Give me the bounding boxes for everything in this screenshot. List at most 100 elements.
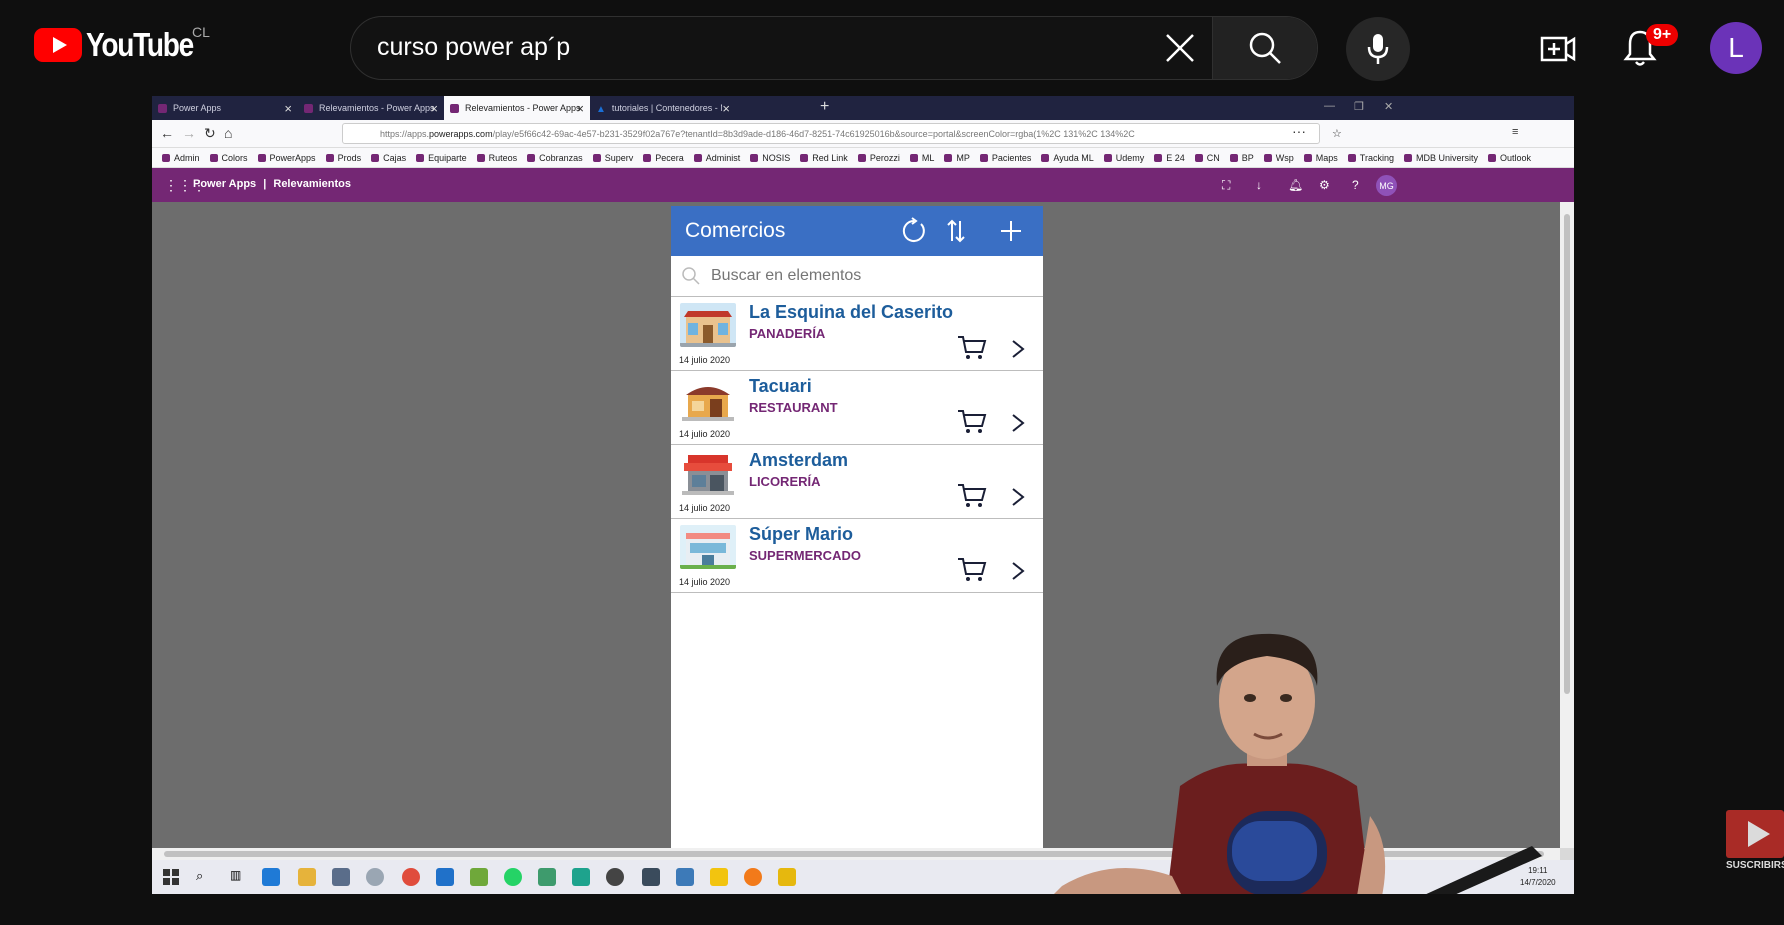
minimize-icon[interactable]: — xyxy=(1324,100,1335,112)
gallery-item[interactable]: La Esquina del Caserito PANADERÍA 14 jul… xyxy=(671,297,1043,371)
calculator-icon[interactable] xyxy=(332,868,350,886)
bookmark[interactable]: Ayuda ML xyxy=(1041,153,1093,163)
youtube-logo[interactable]: YouTube xyxy=(34,26,212,64)
app-icon[interactable] xyxy=(470,868,488,886)
taskbar-search-icon[interactable]: ⌕ xyxy=(196,868,214,886)
search-button[interactable] xyxy=(1212,17,1317,79)
gallery-item[interactable]: Amsterdam LICORERÍA 14 julio 2020 xyxy=(671,445,1043,519)
bookmark[interactable]: Prods xyxy=(326,153,362,163)
vscode-icon[interactable] xyxy=(262,868,280,886)
settings-gear-icon[interactable]: ⚙ xyxy=(1319,178,1330,192)
vertical-scrollbar[interactable] xyxy=(1560,202,1574,848)
bookmark[interactable]: Pacientes xyxy=(980,153,1032,163)
outlook-icon[interactable] xyxy=(436,868,454,886)
refresh-button[interactable] xyxy=(899,216,929,246)
create-video-icon[interactable] xyxy=(1540,32,1576,66)
reload-icon[interactable]: ↻ xyxy=(204,125,216,142)
bookmark[interactable]: MP xyxy=(944,153,970,163)
browser-tab[interactable]: ▲ tutoriales | Contenedores - Mi × xyxy=(590,96,736,120)
firefox-icon[interactable] xyxy=(744,868,762,886)
close-tab-icon[interactable]: × xyxy=(430,101,438,116)
menu-icon[interactable]: ≡ xyxy=(1512,126,1518,138)
voice-search-button[interactable] xyxy=(1346,17,1410,81)
home-icon[interactable]: ⌂ xyxy=(224,125,232,141)
bookmark[interactable]: Equiparte xyxy=(416,153,467,163)
url-bar[interactable]: https://apps.powerapps.com/play/e5f66c42… xyxy=(342,123,1320,144)
bookmark[interactable]: Superv xyxy=(593,153,634,163)
bookmark[interactable]: MDB University xyxy=(1404,153,1478,163)
scrollbar-thumb[interactable] xyxy=(1564,214,1570,694)
gallery-item[interactable]: Tacuari RESTAURANT 14 julio 2020 xyxy=(671,371,1043,445)
bookmark[interactable]: Tracking xyxy=(1348,153,1394,163)
bookmark[interactable]: Cajas xyxy=(371,153,406,163)
bookmark[interactable]: Maps xyxy=(1304,153,1338,163)
app-icon[interactable] xyxy=(572,868,590,886)
windows-start-icon[interactable] xyxy=(162,868,180,886)
bookmark[interactable]: NOSIS xyxy=(750,153,790,163)
bookmark[interactable]: Udemy xyxy=(1104,153,1145,163)
bell-icon[interactable]: 🔔︎ xyxy=(1288,178,1303,192)
bookmark[interactable]: Ruteos xyxy=(477,153,518,163)
file-explorer-icon[interactable] xyxy=(298,868,316,886)
forward-icon[interactable]: → xyxy=(182,125,196,141)
shopping-cart-icon[interactable] xyxy=(957,409,987,435)
powershell-icon[interactable] xyxy=(642,868,660,886)
browser-tab-active[interactable]: Relevamientos - Power Apps × xyxy=(444,96,590,120)
search-input[interactable] xyxy=(711,267,1011,285)
bookmark-star-icon[interactable]: ☆ xyxy=(1332,127,1342,140)
bookmark[interactable]: BP xyxy=(1230,153,1254,163)
close-tab-icon[interactable]: × xyxy=(576,101,584,116)
close-tab-icon[interactable]: × xyxy=(284,101,292,116)
sticky-notes-icon[interactable] xyxy=(710,868,728,886)
task-view-icon[interactable]: ▥ xyxy=(230,868,248,886)
bookmark[interactable]: Administ xyxy=(694,153,741,163)
video-player[interactable]: Power Apps × Relevamientos - Power Apps … xyxy=(152,96,1574,894)
search-box[interactable]: curso power ap´p xyxy=(350,16,1318,80)
app-icon[interactable] xyxy=(676,868,694,886)
chevron-right-icon[interactable] xyxy=(1011,561,1025,581)
bookmark[interactable]: Colors xyxy=(210,153,248,163)
browser-tab[interactable]: Power Apps × xyxy=(152,96,298,120)
browser-tab[interactable]: Relevamientos - Power Apps × xyxy=(298,96,444,120)
gallery-item[interactable]: Súper Mario SUPERMERCADO 14 julio 2020 xyxy=(671,519,1043,593)
powerapps-brand[interactable]: Power Apps xyxy=(193,178,256,190)
chevron-right-icon[interactable] xyxy=(1011,487,1025,507)
bookmark[interactable]: Outlook xyxy=(1488,153,1531,163)
bookmark[interactable]: Cobranzas xyxy=(527,153,583,163)
app-icon[interactable] xyxy=(778,868,796,886)
shopping-cart-icon[interactable] xyxy=(957,335,987,361)
search-input[interactable]: curso power ap´p xyxy=(377,33,570,62)
bookmark[interactable]: PowerApps xyxy=(258,153,316,163)
bookmark[interactable]: ML xyxy=(910,153,935,163)
page-actions-icon[interactable]: ··· xyxy=(1292,123,1306,139)
restore-icon[interactable]: ❐ xyxy=(1354,100,1364,113)
bookmark[interactable]: Wsp xyxy=(1264,153,1294,163)
user-avatar[interactable]: L xyxy=(1710,22,1762,74)
subscribe-watermark[interactable]: SUSCRIBIRSE xyxy=(1726,810,1784,874)
shopping-cart-icon[interactable] xyxy=(957,483,987,509)
close-window-icon[interactable]: ✕ xyxy=(1384,100,1393,113)
whatsapp-icon[interactable] xyxy=(504,868,522,886)
powerapps-user-avatar[interactable]: MG xyxy=(1376,175,1397,196)
new-tab-icon[interactable]: + xyxy=(820,98,829,116)
app-icon[interactable] xyxy=(366,868,384,886)
sort-button[interactable] xyxy=(941,216,971,246)
download-icon[interactable]: ↓ xyxy=(1256,178,1262,192)
bookmark[interactable]: Perozzi xyxy=(858,153,900,163)
chrome-icon[interactable] xyxy=(402,868,420,886)
add-item-button[interactable] xyxy=(996,216,1026,246)
chevron-right-icon[interactable] xyxy=(1011,413,1025,433)
clear-search-icon[interactable] xyxy=(1163,31,1197,65)
bookmark[interactable]: E 24 xyxy=(1154,153,1185,163)
fit-screen-icon[interactable]: ⛶ xyxy=(1222,178,1230,193)
help-icon[interactable]: ? xyxy=(1352,178,1359,192)
bookmark[interactable]: Pecera xyxy=(643,153,684,163)
bookmark[interactable]: CN xyxy=(1195,153,1220,163)
chevron-right-icon[interactable] xyxy=(1011,339,1025,359)
bookmark[interactable]: Red Link xyxy=(800,153,848,163)
shopping-cart-icon[interactable] xyxy=(957,557,987,583)
close-tab-icon[interactable]: × xyxy=(722,101,730,116)
back-icon[interactable]: ← xyxy=(160,125,174,141)
obs-icon[interactable] xyxy=(606,868,624,886)
bookmark[interactable]: Admin xyxy=(162,153,200,163)
